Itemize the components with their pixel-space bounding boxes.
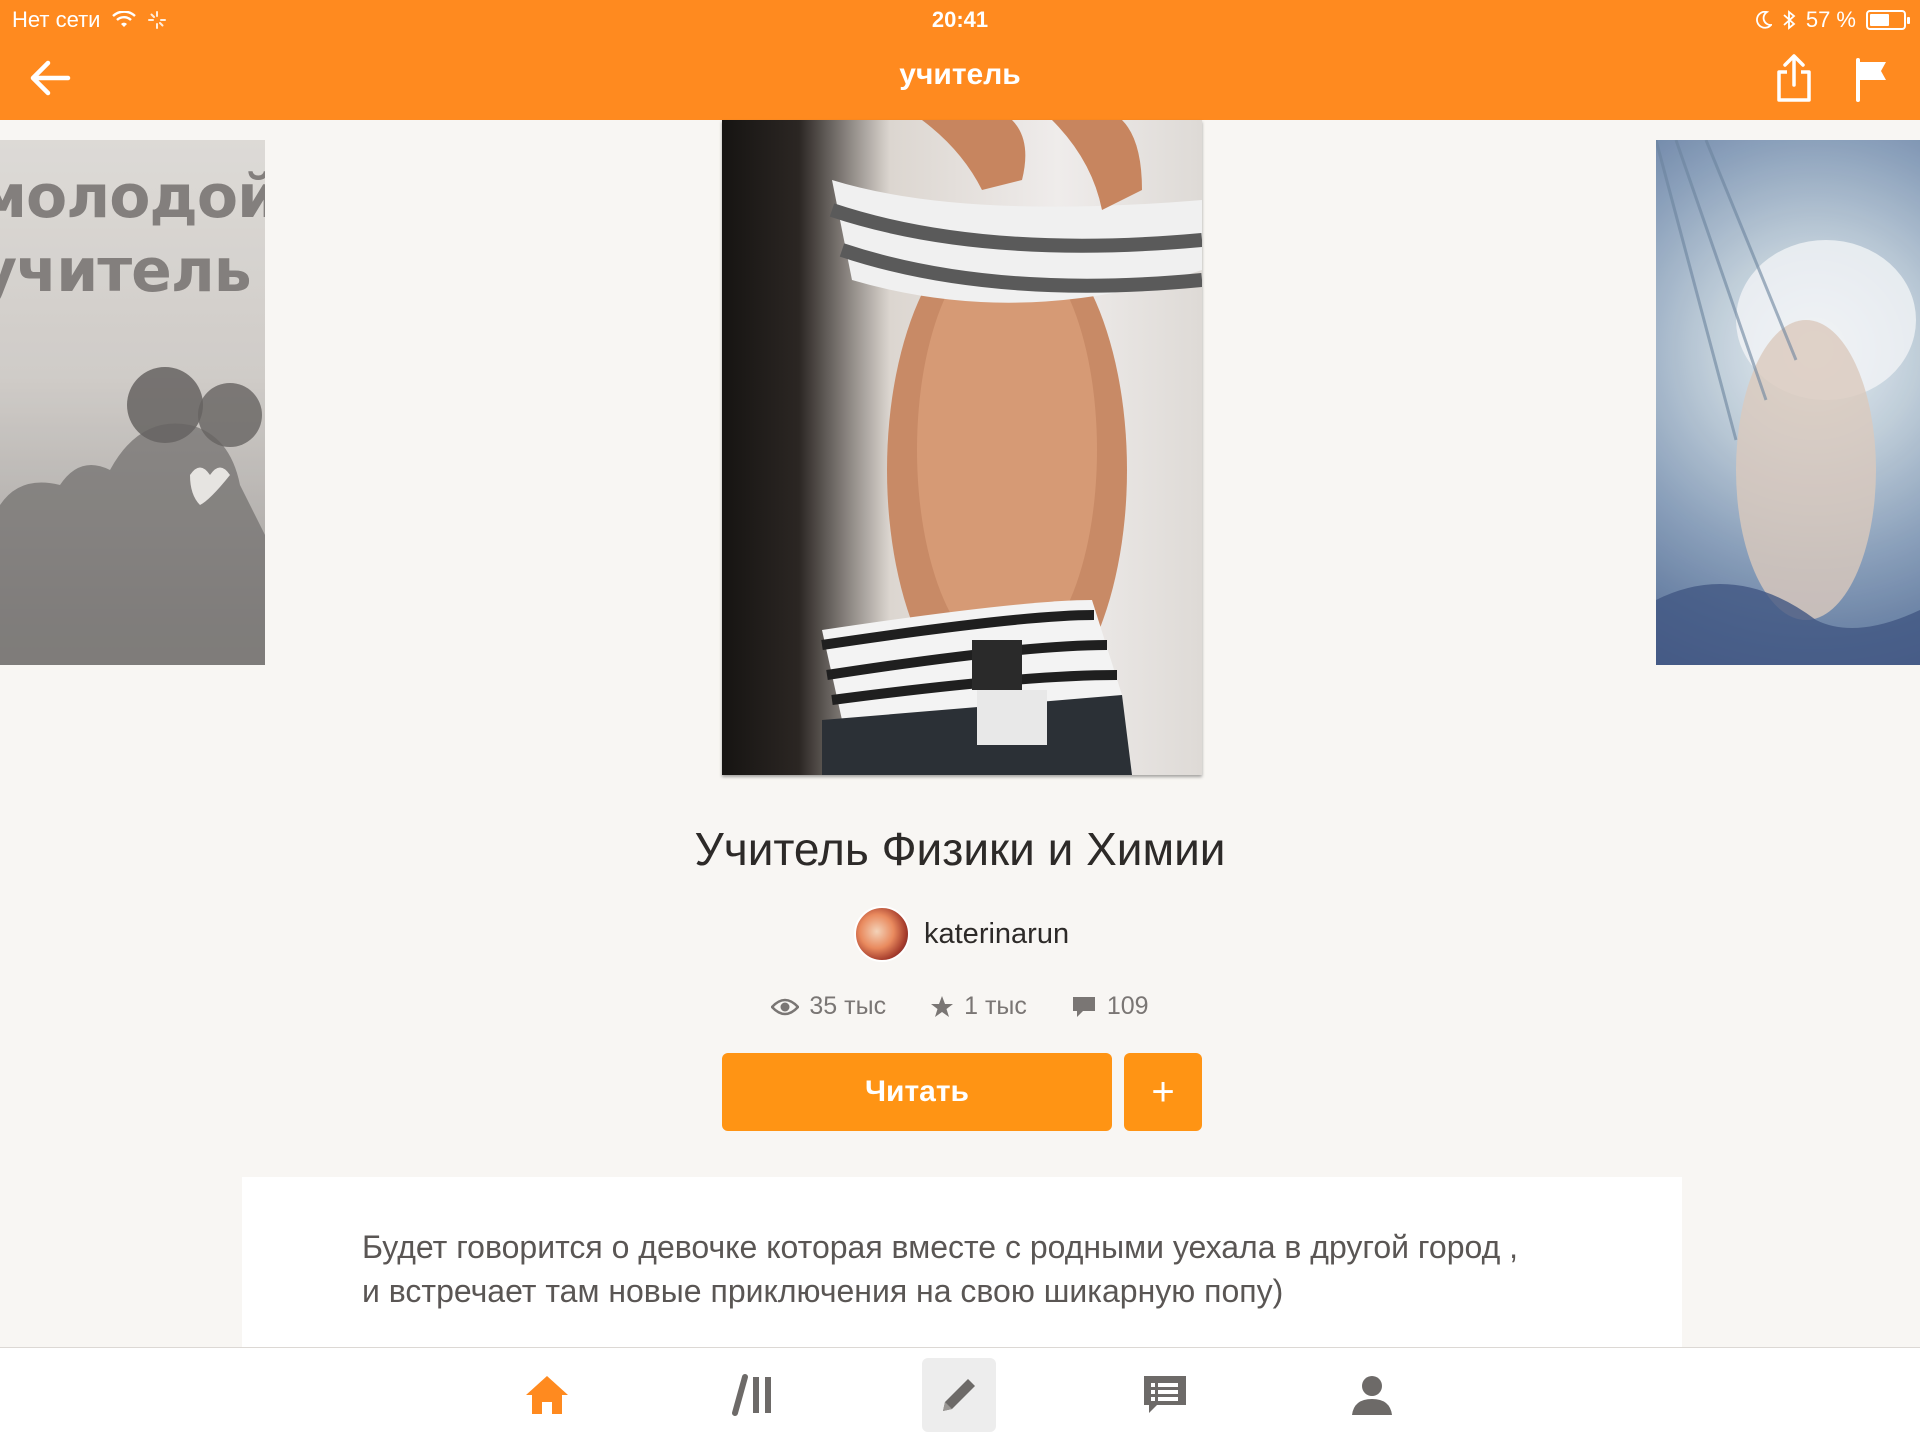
avatar [854,906,910,962]
add-to-library-button[interactable]: + [1124,1053,1202,1131]
story-stats: 35 тыс 1 тыс 109 [0,992,1920,1021]
reads-stat: 35 тыс [771,992,886,1021]
votes-stat: 1 тыс [930,992,1027,1021]
tab-home[interactable] [510,1358,584,1432]
battery-level [1870,14,1889,26]
status-right: 57 % [1755,7,1910,33]
reads-count: 35 тыс [809,992,887,1020]
previous-cover-title: молодой учитель [0,162,265,306]
author-name: katerinarun [924,917,1070,950]
eye-icon [771,998,800,1015]
report-button[interactable] [1852,56,1892,102]
story-description: Будет говорится о девочке которая вместе… [362,1229,1519,1309]
comment-icon [1072,996,1095,1017]
profile-icon [1352,1376,1392,1415]
star-icon [931,995,954,1017]
flag-icon [1856,58,1886,102]
votes-count: 1 тыс [964,992,1027,1020]
library-icon [732,1374,771,1416]
tab-library[interactable] [718,1358,792,1432]
bluetooth-icon [1783,10,1796,30]
story-cover[interactable] [722,120,1202,775]
moon-icon [1755,11,1772,29]
page-title: учитель [899,58,1021,91]
tab-profile[interactable] [1335,1358,1409,1432]
battery-percent: 57 % [1805,7,1856,32]
share-icon [1777,54,1811,102]
header: Нет сети 20:41 57 % учитель [0,0,1920,120]
couple-silhouette-image [0,367,265,665]
cover-image [821,120,1202,775]
home-icon [526,1376,568,1414]
bottom-tab-bar [0,1347,1920,1440]
author-link[interactable]: katerinarun [854,906,1069,962]
tab-messages[interactable] [1128,1358,1202,1432]
comments-count: 109 [1106,992,1149,1020]
battery-icon [1866,10,1910,30]
previous-story-cover[interactable]: молодой учитель [0,140,265,665]
story-title: Учитель Физики и Химии [694,823,1226,875]
story-details-screen: Нет сети 20:41 57 % учитель молодой учит… [0,0,1920,1440]
fantasy-cover-image [1656,140,1920,665]
status-bar: Нет сети 20:41 57 % [0,0,1920,40]
status-time: 20:41 [931,7,989,32]
comments-stat: 109 [1071,992,1149,1021]
share-button[interactable] [1774,52,1814,104]
description-card: Будет говорится о девочке которая вместе… [242,1177,1682,1347]
read-button[interactable]: Читать [722,1053,1112,1131]
next-story-cover[interactable] [1656,140,1920,665]
messages-icon [1144,1376,1186,1413]
tab-write[interactable] [922,1358,996,1432]
pencil-icon [943,1379,975,1411]
